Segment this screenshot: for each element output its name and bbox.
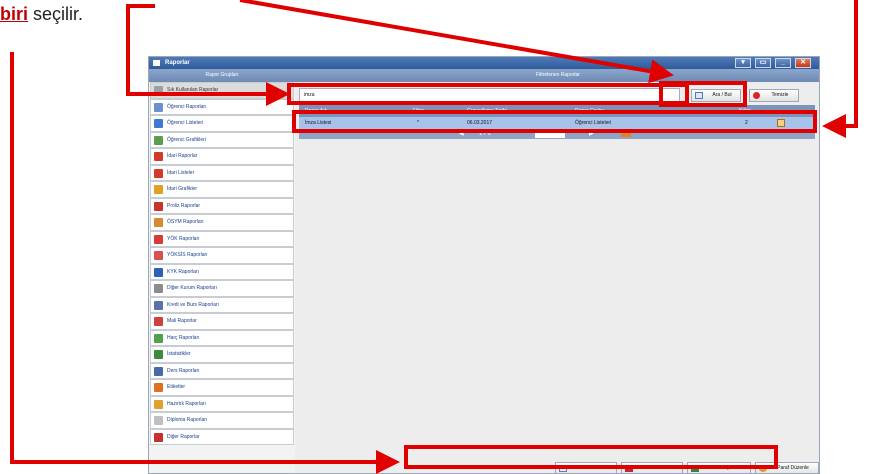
arrow-to-actions xyxy=(10,52,400,474)
annotation-arrows xyxy=(10,0,858,474)
arrow-to-row xyxy=(822,0,858,138)
arrow-to-search xyxy=(126,4,290,106)
arrow-to-search-button xyxy=(239,0,674,84)
